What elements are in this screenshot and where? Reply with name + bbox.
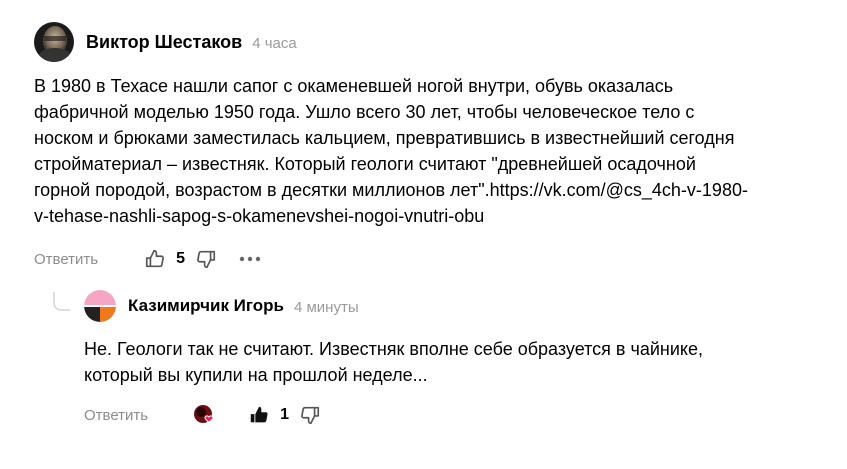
- comment-actions: Ответить 5: [34, 244, 834, 274]
- thumbs-down-icon[interactable]: [195, 248, 217, 270]
- comment-time: 4 часа: [252, 34, 297, 52]
- text-line: носком и брюками заместилась кальцием, п…: [34, 128, 735, 148]
- text-line: горной породой, возрастом в десятки милл…: [34, 180, 748, 200]
- reaction-heart-icon[interactable]: [192, 403, 220, 427]
- comment: Виктор Шестаков 4 часа В 1980 в Техасе н…: [34, 22, 834, 274]
- text-line: v-tehase-nashli-sapog-s-okamenevshei-nog…: [34, 206, 485, 226]
- reply-button[interactable]: Ответить: [34, 251, 98, 268]
- author-name[interactable]: Казимирчик Игорь: [128, 296, 284, 316]
- text-line: В 1980 в Техасе нашли сапог с окаменевше…: [34, 76, 674, 96]
- like-count: 1: [280, 406, 290, 423]
- reply-text: Не. Геологи так не считают. Известняк вп…: [52, 336, 824, 388]
- comment-header: Виктор Шестаков 4 часа: [34, 22, 834, 62]
- text-line: фабричной моделью 1950 года. Ушло всего …: [34, 102, 695, 122]
- comment-text: В 1980 в Техасе нашли сапог с окаменевше…: [34, 73, 834, 229]
- like-count: 5: [176, 250, 186, 267]
- more-dots-icon[interactable]: [239, 255, 261, 263]
- avatar[interactable]: [84, 290, 116, 322]
- reply-comment: Казимирчик Игорь 4 минуты Не. Геологи та…: [52, 290, 832, 430]
- thumbs-up-filled-icon[interactable]: [248, 404, 270, 426]
- reply-actions: Ответить 1: [52, 400, 832, 430]
- reply-button[interactable]: Ответить: [84, 407, 148, 424]
- comment-time: 4 минуты: [293, 298, 359, 316]
- author-name[interactable]: Виктор Шестаков: [86, 32, 242, 53]
- thumbs-down-icon[interactable]: [299, 404, 321, 426]
- text-line: который вы купили на прошлой неделе...: [84, 365, 428, 385]
- reply-header: Казимирчик Игорь 4 минуты: [52, 290, 832, 322]
- text-line: Не. Геологи так не считают. Известняк вп…: [84, 339, 703, 359]
- text-line: стройматериал – известняк. Который геоло…: [34, 154, 696, 174]
- avatar[interactable]: [34, 22, 74, 62]
- thumbs-up-icon[interactable]: [144, 248, 166, 270]
